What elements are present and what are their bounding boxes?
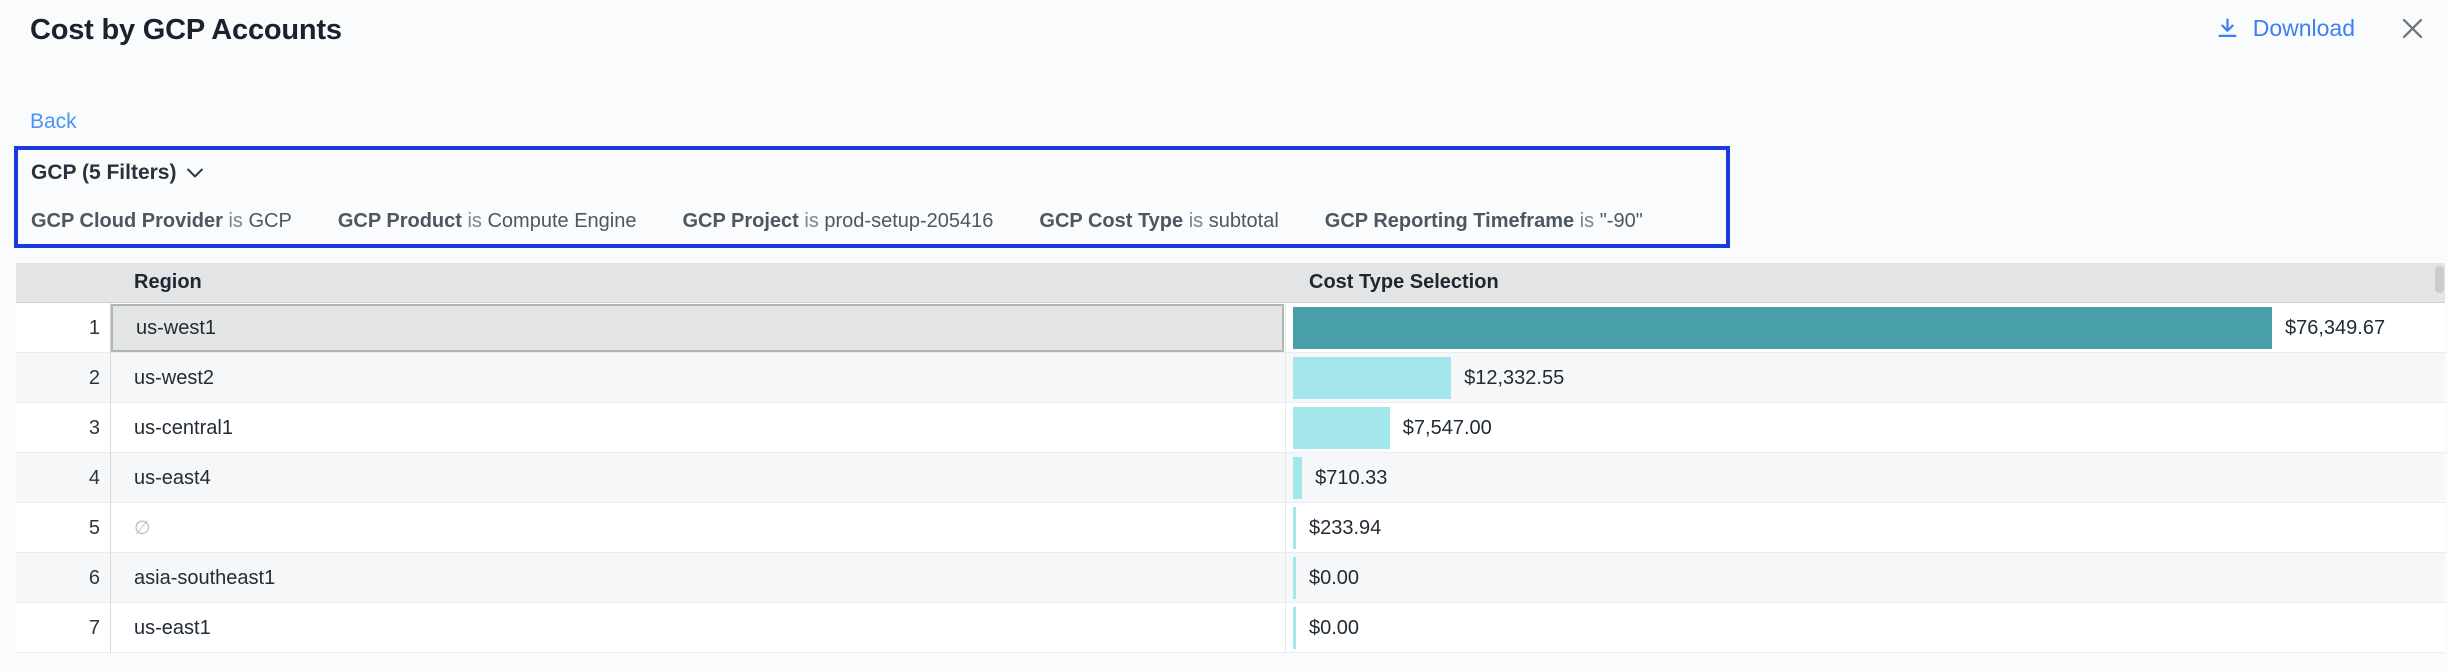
filter-chip[interactable]: GCP Reporting Timeframe is "-90" [1325, 210, 1643, 233]
cost-value: $710.33 [1315, 453, 1387, 503]
cost-value: $0.00 [1309, 603, 1359, 653]
filter-list: GCP Cloud Provider is GCP GCP Product is… [31, 210, 1643, 233]
download-label: Download [2253, 15, 2355, 42]
row-number: 7 [16, 603, 100, 653]
region-label: us-west1 [113, 317, 216, 340]
region-label: us-central1 [111, 417, 233, 440]
region-cell[interactable]: us-west1 [111, 304, 1284, 352]
region-cell[interactable]: us-west2 [111, 353, 1284, 403]
filter-panel: GCP (5 Filters) GCP Cloud Provider is GC… [14, 146, 1730, 248]
row-number: 1 [16, 303, 100, 353]
filter-chip[interactable]: GCP Cost Type is subtotal [1039, 210, 1278, 233]
row-number: 2 [16, 353, 100, 403]
cost-value: $233.94 [1309, 503, 1381, 553]
cost-table: Region Cost Type Selection 1 us-west1 $7… [16, 263, 2445, 655]
column-header-cost-type-selection[interactable]: Cost Type Selection [1309, 263, 1499, 302]
table-header: Region Cost Type Selection [16, 263, 2445, 303]
filter-chip[interactable]: GCP Cloud Provider is GCP [31, 210, 292, 233]
column-header-region[interactable]: Region [134, 263, 202, 302]
page-title: Cost by GCP Accounts [30, 14, 342, 47]
region-cell[interactable]: asia-southeast1 [111, 553, 1284, 603]
top-right-actions: Download [2214, 14, 2426, 43]
table-row[interactable]: 7 us-east1 $0.00 [16, 603, 2445, 653]
cost-bar[interactable] [1293, 407, 1390, 449]
table-row[interactable]: 5 ∅ $233.94 [16, 503, 2445, 553]
cost-bar[interactable] [1293, 557, 1296, 599]
row-number: 5 [16, 503, 100, 553]
region-label: us-east4 [111, 467, 211, 490]
table-row[interactable]: 4 us-east4 $710.33 [16, 453, 2445, 503]
region-cell[interactable]: us-east1 [111, 603, 1284, 653]
filter-summary-label: GCP (5 Filters) [31, 161, 176, 185]
cost-bar[interactable] [1293, 307, 2272, 349]
table-row[interactable]: 3 us-central1 $7,547.00 [16, 403, 2445, 453]
chevron-down-icon [187, 168, 203, 178]
number-column-separator [110, 303, 111, 653]
table-row[interactable]: 1 us-west1 $76,349.67 [16, 303, 2445, 353]
cost-value: $76,349.67 [2285, 303, 2385, 353]
table-row[interactable]: 6 asia-southeast1 $0.00 [16, 553, 2445, 603]
region-label: us-west2 [111, 367, 214, 390]
close-button[interactable] [2399, 15, 2426, 42]
region-cell[interactable]: ∅ [111, 503, 1284, 553]
cost-column-separator [1285, 303, 1286, 653]
region-cell[interactable]: us-central1 [111, 403, 1284, 453]
row-number: 6 [16, 553, 100, 603]
cost-value: $7,547.00 [1403, 403, 1492, 453]
cost-value: $0.00 [1309, 553, 1359, 603]
back-link[interactable]: Back [30, 110, 77, 134]
region-label: us-east1 [111, 617, 211, 640]
region-label: asia-southeast1 [111, 567, 275, 590]
region-label: ∅ [111, 517, 151, 540]
filter-summary-dropdown[interactable]: GCP (5 Filters) [31, 161, 203, 185]
cost-value: $12,332.55 [1464, 353, 1564, 403]
download-icon [2214, 14, 2241, 43]
filter-chip[interactable]: GCP Product is Compute Engine [338, 210, 637, 233]
cost-bar[interactable] [1293, 607, 1296, 649]
region-cell[interactable]: us-east4 [111, 453, 1284, 503]
download-button[interactable]: Download [2214, 14, 2355, 43]
table-row[interactable]: 2 us-west2 $12,332.55 [16, 353, 2445, 403]
cost-bar[interactable] [1293, 507, 1296, 549]
cost-bar[interactable] [1293, 357, 1451, 399]
cost-bar[interactable] [1293, 457, 1302, 499]
scrollbar-thumb[interactable] [2435, 266, 2444, 293]
filter-chip[interactable]: GCP Project is prod-setup-205416 [682, 210, 993, 233]
row-number: 4 [16, 453, 100, 503]
close-icon [2399, 15, 2426, 42]
row-number: 3 [16, 403, 100, 453]
